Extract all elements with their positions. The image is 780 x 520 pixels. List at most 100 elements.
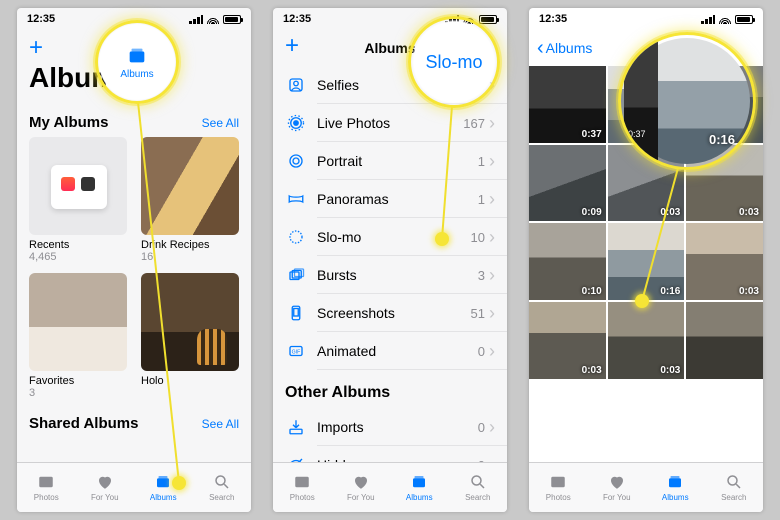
chevron-right-icon: ›	[489, 227, 495, 248]
video-duration: 0:03	[660, 207, 680, 218]
callout-dot	[172, 476, 186, 490]
add-album-button[interactable]: +	[285, 32, 299, 60]
nav-bar: + Albums	[273, 30, 507, 66]
row-bursts[interactable]: Bursts 3 ›	[273, 256, 507, 294]
tab-photos[interactable]: Photos	[273, 463, 332, 512]
row-count: 1	[478, 192, 485, 207]
tab-photos[interactable]: Photos	[17, 463, 76, 512]
row-selfies[interactable]: Selfies 4 ›	[273, 66, 507, 104]
row-label: Bursts	[317, 267, 478, 283]
video-thumbnail[interactable]	[686, 302, 763, 379]
nav-title: Albums	[364, 40, 415, 56]
album-count: 16	[141, 251, 239, 263]
row-live-photos[interactable]: Live Photos 167 ›	[273, 104, 507, 142]
row-count: 0	[478, 420, 485, 435]
tab-search[interactable]: Search	[705, 463, 764, 512]
video-duration: 0:16	[660, 286, 680, 297]
animated-icon: GIF	[285, 342, 307, 360]
portrait-icon	[285, 152, 307, 170]
chevron-right-icon: ›	[489, 189, 495, 210]
album-drink-recipes[interactable]: Drink Recipes 16	[141, 137, 239, 263]
signal-icon	[445, 14, 459, 24]
video-thumbnail[interactable]: 0:03	[608, 145, 685, 222]
chevron-right-icon: ›	[489, 417, 495, 438]
add-album-button[interactable]: +	[29, 34, 43, 62]
row-imports[interactable]: Imports 0 ›	[273, 408, 507, 446]
screenshots-icon	[285, 304, 307, 322]
row-count: 3	[478, 268, 485, 283]
row-hidden[interactable]: Hidden 0 ›	[273, 446, 507, 462]
album-thumbnail	[29, 273, 127, 371]
my-albums-see-all[interactable]: See All	[202, 116, 239, 130]
status-time: 12:35	[27, 13, 55, 25]
back-label: Albums	[546, 40, 593, 56]
video-thumbnail[interactable]: 0:03	[529, 302, 606, 379]
panoramas-icon	[285, 190, 307, 208]
row-screenshots[interactable]: Screenshots 51 ›	[273, 294, 507, 332]
tab-label: Search	[209, 493, 234, 502]
signal-icon	[701, 14, 715, 24]
row-label: Hidden	[317, 457, 478, 462]
shared-albums-see-all[interactable]: See All	[202, 417, 239, 431]
video-thumbnail[interactable]: 0:10	[529, 223, 606, 300]
status-time: 12:35	[283, 13, 311, 25]
signal-icon	[189, 14, 203, 24]
video-duration: 0:03	[660, 365, 680, 376]
video-thumbnail[interactable]: 0:16	[608, 223, 685, 300]
wifi-icon	[207, 14, 219, 24]
video-thumbnail[interactable]: 0:37	[529, 66, 606, 143]
svg-text:GIF: GIF	[292, 349, 301, 355]
tab-label: Photos	[34, 493, 59, 502]
tab-search[interactable]: Search	[193, 463, 252, 512]
album-recents[interactable]: Recents 4,465	[29, 137, 127, 263]
video-thumbnail[interactable]: 0:09	[529, 145, 606, 222]
tab-albums[interactable]: Albums	[646, 463, 705, 512]
row-count: 0	[478, 458, 485, 463]
tab-bar: Photos For You Albums Search	[273, 462, 507, 512]
selfies-icon	[285, 76, 307, 94]
row-slo-mo[interactable]: Slo-mo 10 ›	[273, 218, 507, 256]
row-label: Screenshots	[317, 305, 471, 321]
video-thumbnail[interactable]	[686, 66, 763, 143]
video-thumbnail[interactable]: 0:03	[608, 302, 685, 379]
tab-label: For You	[347, 493, 375, 502]
video-thumbnail[interactable]: 0:03	[686, 145, 763, 222]
row-portrait[interactable]: Portrait 1 ›	[273, 142, 507, 180]
row-label: Portrait	[317, 153, 478, 169]
status-time: 12:35	[539, 13, 567, 25]
wifi-icon	[719, 14, 731, 24]
row-panoramas[interactable]: Panoramas 1 ›	[273, 180, 507, 218]
album-thumbnail	[141, 137, 239, 235]
video-duration: 0:03	[739, 286, 759, 297]
tab-albums[interactable]: Albums	[390, 463, 449, 512]
tab-photos[interactable]: Photos	[529, 463, 588, 512]
other-albums-header: Other Albums	[273, 370, 507, 408]
slomo-content: ‹Albums 0:37 0:16 0:09 0:03 0:03 0:10 0:…	[529, 30, 763, 462]
battery-icon	[223, 15, 241, 24]
row-animated[interactable]: GIF Animated 0 ›	[273, 332, 507, 370]
tab-label: Albums	[406, 493, 433, 502]
tab-search[interactable]: Search	[449, 463, 508, 512]
status-indicators	[189, 14, 241, 24]
screen-media-types: 12:35 + Albums Selfies 4 › Live Photos 1…	[273, 8, 507, 512]
imports-icon	[285, 418, 307, 436]
album-favorites[interactable]: Favorites 3	[29, 273, 127, 399]
back-button[interactable]: ‹Albums	[537, 37, 592, 60]
status-bar: 12:35	[529, 8, 763, 30]
album-thumbnail	[141, 273, 239, 371]
video-thumbnail[interactable]: 0:03	[686, 223, 763, 300]
video-thumbnail[interactable]: 0:16	[608, 66, 685, 143]
tab-for-you[interactable]: For You	[76, 463, 135, 512]
chevron-right-icon: ›	[489, 455, 495, 463]
album-holo[interactable]: Holo	[141, 273, 239, 399]
chevron-right-icon: ›	[489, 341, 495, 362]
nav-bar: ‹Albums	[529, 30, 763, 66]
video-duration: 0:16	[660, 129, 680, 140]
tab-for-you[interactable]: For You	[588, 463, 647, 512]
album-count: 4,465	[29, 251, 127, 263]
video-duration: 0:10	[582, 286, 602, 297]
tab-for-you[interactable]: For You	[332, 463, 391, 512]
album-count: 3	[29, 387, 127, 399]
row-count: 0	[478, 344, 485, 359]
wifi-icon	[463, 14, 475, 24]
